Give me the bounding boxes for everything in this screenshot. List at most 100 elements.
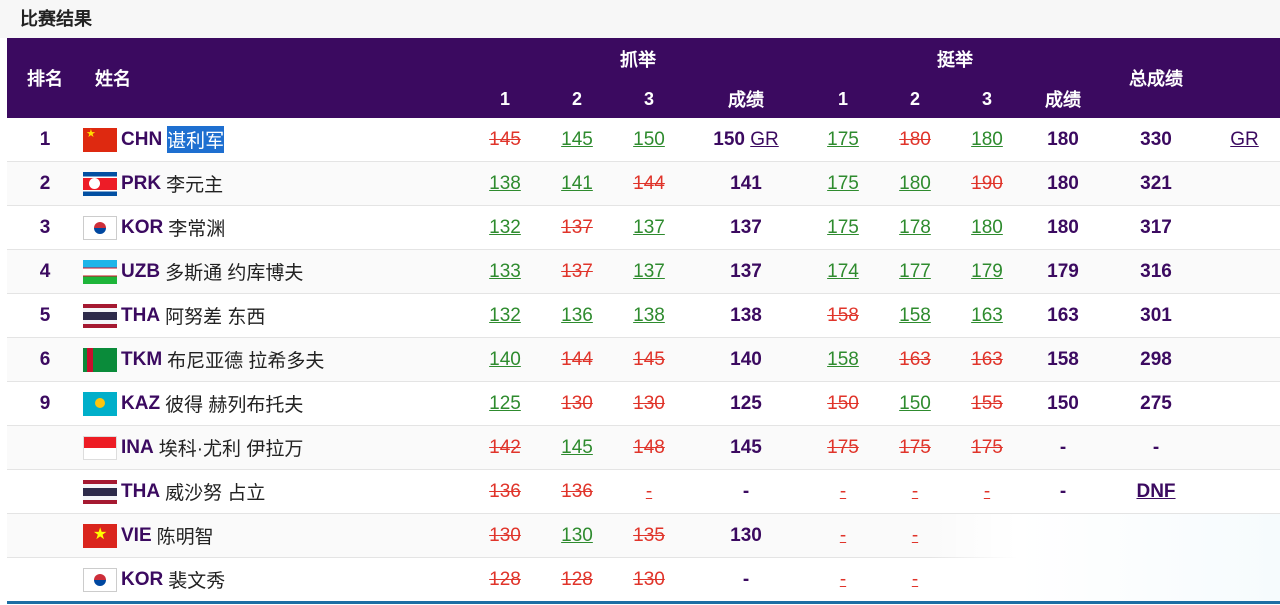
total-cell: 301 [1103,293,1209,338]
record-tag-cell [1209,293,1280,338]
athlete-cell: THA 威沙努 占立 [83,469,469,514]
cj-result: - [1023,469,1103,514]
cj-attempt-1: - [807,557,879,602]
country-code: KOR [121,568,164,590]
athlete-name[interactable]: 威沙努 占立 [165,478,265,505]
athlete-cell: UZB 多斯通 约库博夫 [83,249,469,294]
snatch-attempt-1: 128 [469,557,541,602]
header-cj-result: 成绩 [1023,80,1103,118]
country-code: INA [121,436,154,458]
cj-attempt-3: 180 [951,118,1023,162]
snatch-attempt-1: 138 [469,161,541,206]
athlete-cell: KOR 裴文秀 [83,557,469,602]
cj-attempt-2: 180 [879,161,951,206]
snatch-attempt-3: 145 [613,337,685,382]
cj-attempt-2: 177 [879,249,951,294]
table-row: 1 CHN 谌利军 145145150150 GR175180180180330… [7,118,1280,162]
kor-flag-icon [83,567,117,592]
total-cell: 275 [1103,381,1209,426]
games-record-link[interactable]: GR [750,129,779,150]
athlete-cell: TKM 布尼亚德 拉希多夫 [83,337,469,382]
snatch-result: 130 [685,513,807,558]
cj-attempt-1: 150 [807,381,879,426]
uzb-flag-icon [83,259,117,284]
chn-flag-icon [83,127,117,152]
total-cell: 317 [1103,205,1209,250]
record-tag[interactable]: GR [1230,129,1259,150]
cj-result: 180 [1023,161,1103,206]
rank-cell: 9 [7,381,83,426]
rank-cell: 6 [7,337,83,382]
cj-attempt-1: 175 [807,205,879,250]
total-cell: 298 [1103,337,1209,382]
athlete-name[interactable]: 阿努差 东西 [165,302,265,329]
kaz-flag-icon [83,391,117,416]
cj-attempt-1: 158 [807,293,879,338]
total-cell: 330 [1103,118,1209,162]
snatch-result: 125 [685,381,807,426]
header-extra [1209,38,1280,118]
athlete-name[interactable]: 彼得 赫列布托夫 [165,390,303,417]
record-tag-cell [1209,381,1280,426]
header-snatch: 抓举 [469,38,807,80]
rank-cell [7,425,83,470]
snatch-attempt-1: 130 [469,513,541,558]
table-row: 9 KAZ 彼得 赫列布托夫 125 130 130 125 150 150 155 150 2… [7,381,1280,426]
athlete-name[interactable]: 多斯通 约库博夫 [165,258,303,285]
athlete-name[interactable]: 布尼亚德 拉希多夫 [167,346,324,373]
record-tag-cell: GR [1209,118,1280,162]
athlete-name[interactable]: 埃科·尤利 伊拉万 [159,434,304,461]
snatch-attempt-1: 125 [469,381,541,426]
fade-overlay [930,514,1280,602]
cj-attempt-2: 178 [879,205,951,250]
snatch-attempt-1: 136 [469,469,541,514]
table-row: 5 THA 阿努差 东西 132 136 138 138 158 158 163 163 301 [7,293,1280,338]
snatch-attempt-3: 130 [613,557,685,602]
table-row: 2 PRK 李元主 138 141 144 141 175 180 190 180 321 [7,161,1280,206]
country-code: TKM [121,348,163,370]
cj-result: 180 [1023,118,1103,162]
country-code: KOR [121,216,164,238]
total-cell: DNF [1103,469,1209,514]
table-row: 3 KOR 李常渊 132 137 137 137 175 178 180 180 317 [7,205,1280,250]
header-name: 姓名 [83,38,469,118]
country-code: VIE [121,524,152,546]
total-cell: 321 [1103,161,1209,206]
rank-cell: 3 [7,205,83,250]
prk-flag-icon [83,171,117,196]
cj-attempt-1: 175 [807,118,879,162]
header-cj-attempt-2: 2 [879,80,951,118]
athlete-cell: THA 阿努差 东西 [83,293,469,338]
cj-attempt-3: 155 [951,381,1023,426]
header-rank: 排名 [7,38,83,118]
cj-attempt-1: - [807,469,879,514]
tha-flag-icon [83,479,117,504]
cj-attempt-1: - [807,513,879,558]
athlete-name[interactable]: 裴文秀 [168,566,225,593]
header-snatch-attempt-1: 1 [469,80,541,118]
cj-attempt-1: 175 [807,161,879,206]
header-total: 总成绩 [1103,38,1209,118]
snatch-attempt-2: 145 [541,118,613,162]
header-cj-attempt-3: 3 [951,80,1023,118]
snatch-attempt-1: 132 [469,293,541,338]
kor-flag-icon [83,215,117,240]
athlete-name[interactable]: 谌利军 [167,126,225,153]
snatch-attempt-2: 136 [541,293,613,338]
snatch-attempt-3: 148 [613,425,685,470]
cj-attempt-3: 175 [951,425,1023,470]
athlete-name[interactable]: 李常渊 [168,214,225,241]
cj-attempt-2: 150 [879,381,951,426]
record-tag-cell [1209,337,1280,382]
athlete-name[interactable]: 李元主 [166,170,223,197]
snatch-attempt-3: 138 [613,293,685,338]
athlete-name[interactable]: 陈明智 [157,522,214,549]
athlete-cell: INA 埃科·尤利 伊拉万 [83,425,469,470]
cj-result: 163 [1023,293,1103,338]
snatch-attempt-1: 140 [469,337,541,382]
snatch-attempt-2: 136 [541,469,613,514]
snatch-attempt-2: 137 [541,205,613,250]
cj-attempt-2: 163 [879,337,951,382]
country-code: UZB [121,260,161,282]
cj-attempt-3: 190 [951,161,1023,206]
